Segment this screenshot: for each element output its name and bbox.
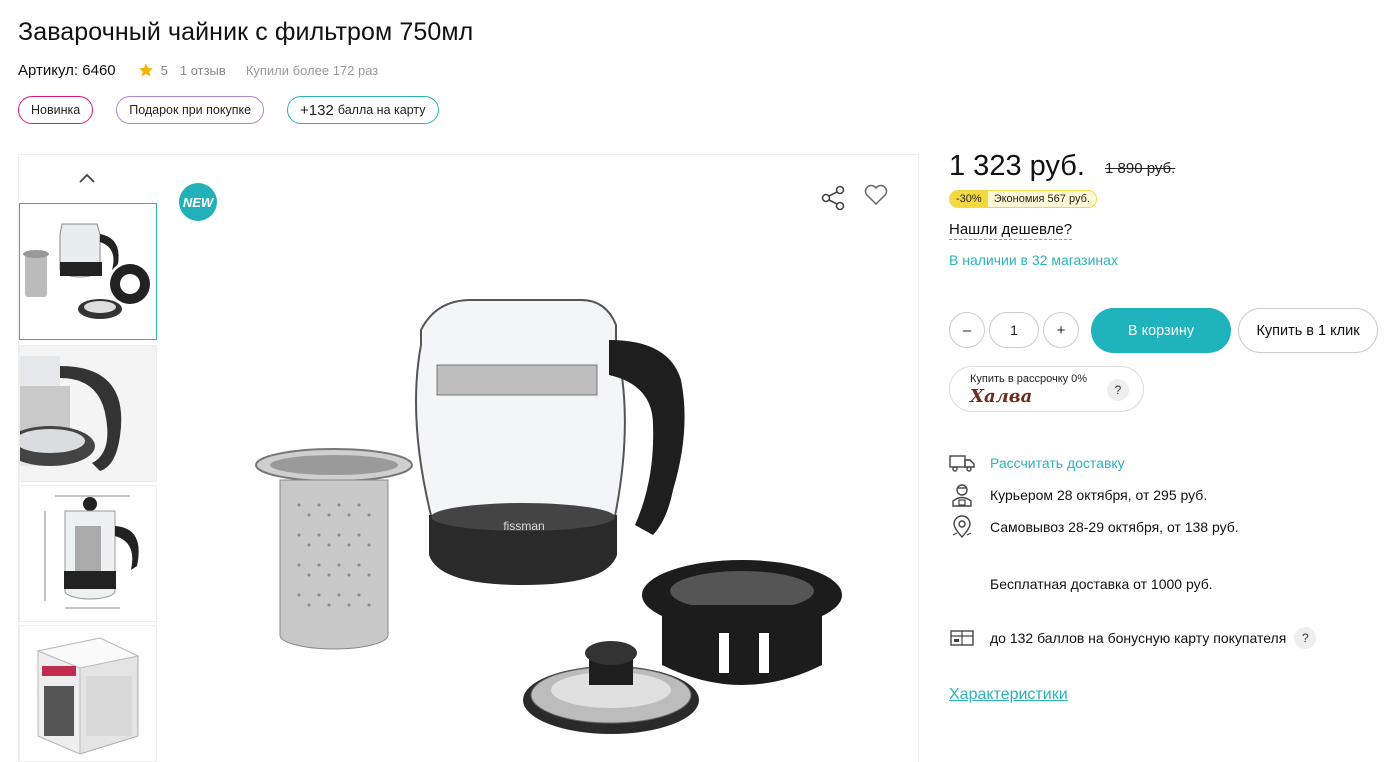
product-meta: Артикул: 6460 5 1 отзыв Купили более 172… <box>18 61 378 79</box>
courier-delivery-row: Курьером 28 октября, от 295 руб. <box>949 484 1208 507</box>
badge-new[interactable]: Новинка <box>18 96 94 124</box>
badges: Новинка Подарок при покупке +132 балла н… <box>18 96 439 124</box>
found-cheaper-link[interactable]: Нашли дешевле? <box>949 221 1073 240</box>
pickup-delivery-text: Самовывоз 28-29 октября, от 138 руб. <box>990 519 1239 535</box>
current-price: 1 323 руб. <box>949 150 1085 182</box>
discount-badge: -30% Экономия 567 руб. <box>949 190 1097 208</box>
installment-help-icon[interactable]: ? <box>1107 379 1129 401</box>
badge-bonus[interactable]: +132 балла на карту <box>287 96 439 124</box>
badge-bonus-label: балла на карту <box>337 103 426 117</box>
old-price: 1 890 руб. <box>1105 160 1176 177</box>
quantity-decrease-button[interactable]: – <box>949 312 985 348</box>
thumbnail-image <box>20 346 156 481</box>
badge-gift[interactable]: Подарок при покупке <box>116 96 265 124</box>
courier-delivery-text: Курьером 28 октября, от 295 руб. <box>990 487 1208 503</box>
sku-label: Артикул: 6460 <box>18 61 116 79</box>
bonus-text: до 132 баллов на бонусную карту покупате… <box>990 630 1287 646</box>
teapot-image: fissman <box>255 299 842 734</box>
savings-amount: Экономия 567 руб. <box>987 191 1096 207</box>
product-title: Заварочный чайник с фильтром 750мл <box>18 18 474 46</box>
chevron-up-icon[interactable] <box>77 171 97 185</box>
halva-logo: Халва <box>970 386 1033 407</box>
add-to-cart-button[interactable]: В корзину <box>1091 308 1231 353</box>
brand-label: fissman <box>503 519 544 533</box>
reviews-link[interactable]: 1 отзыв <box>180 63 226 78</box>
bonus-row: до 132 баллов на бонусную карту покупате… <box>949 627 1317 649</box>
stock-availability-link[interactable]: В наличии в 32 магазинах <box>949 252 1118 268</box>
bonus-card-icon <box>949 627 975 649</box>
badge-bonus-points: +132 <box>300 101 334 119</box>
pickup-delivery-row: Самовывоз 28-29 октября, от 138 руб. <box>949 515 1239 539</box>
thumbnail-image <box>44 495 139 609</box>
star-icon <box>138 63 153 77</box>
rating-value: 5 <box>160 62 168 78</box>
thumbnail-strip <box>19 155 157 762</box>
calc-delivery-link[interactable]: Рассчитать доставку <box>990 455 1125 471</box>
heart-icon[interactable] <box>863 183 889 207</box>
share-icon[interactable] <box>820 185 846 211</box>
new-badge: NEW <box>179 183 217 221</box>
installment-button[interactable]: Купить в рассрочку 0% Халва ? <box>949 366 1144 412</box>
main-product-image[interactable]: fissman <box>159 155 919 762</box>
bonus-help-icon[interactable]: ? <box>1294 627 1317 649</box>
buy-one-click-button[interactable]: Купить в 1 клик <box>1238 308 1378 353</box>
thumbnail-image <box>23 223 150 319</box>
free-delivery-text: Бесплатная доставка от 1000 руб. <box>990 576 1213 592</box>
thumbnail-1[interactable] <box>19 203 157 340</box>
location-pin-icon <box>949 515 975 539</box>
bought-count: Купили более 172 раз <box>245 62 379 78</box>
thumbnail-4[interactable] <box>19 625 157 762</box>
product-gallery: fissman NEW <box>18 154 919 762</box>
calc-delivery-row[interactable]: Рассчитать доставку <box>949 452 1125 474</box>
thumbnail-2[interactable] <box>19 345 157 482</box>
quantity-increase-button[interactable]: + <box>1043 312 1079 348</box>
thumbnail-3[interactable] <box>19 485 157 622</box>
discount-percent: -30% <box>950 191 988 207</box>
courier-icon <box>949 484 975 507</box>
quantity-input[interactable] <box>989 312 1039 348</box>
thumbnail-image <box>36 637 140 755</box>
truck-icon <box>949 452 975 474</box>
characteristics-link[interactable]: Характеристики <box>949 686 1068 704</box>
installment-text: Купить в рассрочку 0% <box>970 373 1088 385</box>
